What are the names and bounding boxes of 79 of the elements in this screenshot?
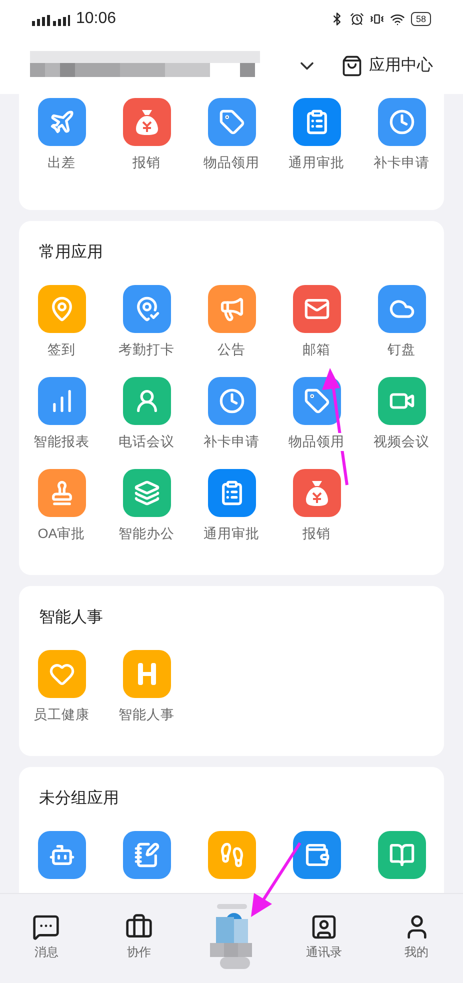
clock-time: 10:06 bbox=[76, 9, 116, 29]
app-tile[interactable] bbox=[208, 285, 256, 333]
nav-tab[interactable]: 通讯录 bbox=[278, 913, 370, 971]
mail-icon bbox=[304, 296, 330, 322]
app-tile[interactable] bbox=[38, 98, 86, 146]
app-tile[interactable] bbox=[38, 285, 86, 333]
app-label: 通用审批 bbox=[204, 525, 260, 543]
message-icon bbox=[32, 913, 60, 941]
section-title: 未分组应用 bbox=[38, 788, 120, 809]
app-label: 物品领用 bbox=[204, 154, 260, 172]
app-label: 视频会议 bbox=[374, 433, 430, 451]
app-label: 补卡申请 bbox=[204, 433, 260, 451]
app-tile[interactable] bbox=[38, 831, 86, 879]
app-label: 邮箱 bbox=[302, 341, 330, 359]
book-icon bbox=[388, 842, 414, 868]
app-label: 钉盘 bbox=[388, 341, 416, 359]
section-title: 智能人事 bbox=[38, 608, 104, 628]
alarm-icon bbox=[350, 12, 364, 26]
app-tile[interactable] bbox=[38, 650, 86, 698]
robot-icon bbox=[48, 842, 74, 868]
wallet-icon bbox=[304, 842, 330, 868]
app-tile[interactable] bbox=[292, 98, 340, 146]
app-label: 电话会议 bbox=[118, 433, 174, 451]
app-label: 智能报表 bbox=[34, 433, 90, 451]
app-tile[interactable] bbox=[122, 98, 170, 146]
money-bag-icon bbox=[134, 108, 160, 136]
app-tile[interactable] bbox=[122, 285, 170, 333]
clock-icon bbox=[388, 109, 414, 135]
wifi-icon bbox=[390, 12, 405, 26]
app-tile[interactable] bbox=[208, 469, 256, 517]
app-label: OA审批 bbox=[38, 525, 86, 543]
app-label: 公告 bbox=[218, 341, 246, 359]
contacts-icon bbox=[310, 913, 338, 941]
app-center-button[interactable]: 应用中心 bbox=[341, 54, 433, 78]
app-label: 物品领用 bbox=[288, 433, 344, 451]
app-tile[interactable] bbox=[378, 377, 426, 425]
money-bag-icon bbox=[304, 479, 330, 507]
heart-icon bbox=[48, 661, 74, 687]
app-tile[interactable] bbox=[208, 98, 256, 146]
app-tile[interactable] bbox=[122, 831, 170, 879]
app-tile[interactable] bbox=[378, 98, 426, 146]
cellular-signal-icon bbox=[32, 12, 70, 26]
app-tile[interactable] bbox=[122, 377, 170, 425]
app-label: 签到 bbox=[48, 341, 76, 359]
notebook-icon bbox=[134, 842, 160, 868]
app-label: 智能办公 bbox=[118, 525, 174, 543]
app-tile[interactable] bbox=[292, 285, 340, 333]
app-tile[interactable] bbox=[292, 469, 340, 517]
app-label: 补卡申请 bbox=[374, 154, 430, 172]
app-label: 报销 bbox=[302, 525, 330, 543]
app-tile[interactable] bbox=[292, 831, 340, 879]
app-label: 通用审批 bbox=[288, 154, 344, 172]
drag-handle bbox=[216, 904, 246, 909]
nav-tab[interactable]: 协作 bbox=[92, 913, 186, 971]
app-tile[interactable] bbox=[208, 377, 256, 425]
app-label: 报销 bbox=[132, 154, 160, 172]
app-label: 考勤打卡 bbox=[118, 341, 174, 359]
footprints-icon bbox=[218, 842, 244, 868]
clock-icon bbox=[218, 388, 244, 414]
shopping-bag-icon bbox=[341, 55, 363, 77]
app-label: 智能人事 bbox=[118, 706, 174, 724]
nav-tab[interactable]: 我的 bbox=[370, 913, 463, 971]
app-tile[interactable] bbox=[38, 377, 86, 425]
battery-level: 58 bbox=[410, 12, 431, 26]
app-label: 员工健康 bbox=[34, 706, 90, 724]
tag-icon bbox=[218, 109, 244, 135]
app-tile[interactable] bbox=[378, 831, 426, 879]
plane-icon bbox=[48, 109, 74, 135]
nav-tab[interactable]: 消息 bbox=[0, 913, 93, 971]
app-tile[interactable] bbox=[208, 831, 256, 879]
app-tile[interactable] bbox=[38, 469, 86, 517]
layers-icon bbox=[134, 480, 160, 506]
app-tile[interactable] bbox=[122, 469, 170, 517]
app-tile[interactable] bbox=[378, 285, 426, 333]
megaphone-icon bbox=[218, 296, 244, 322]
section-title: 常用应用 bbox=[38, 242, 104, 263]
vibrate-icon bbox=[370, 12, 384, 26]
tag-icon bbox=[304, 388, 330, 414]
app-tile[interactable] bbox=[122, 650, 170, 698]
